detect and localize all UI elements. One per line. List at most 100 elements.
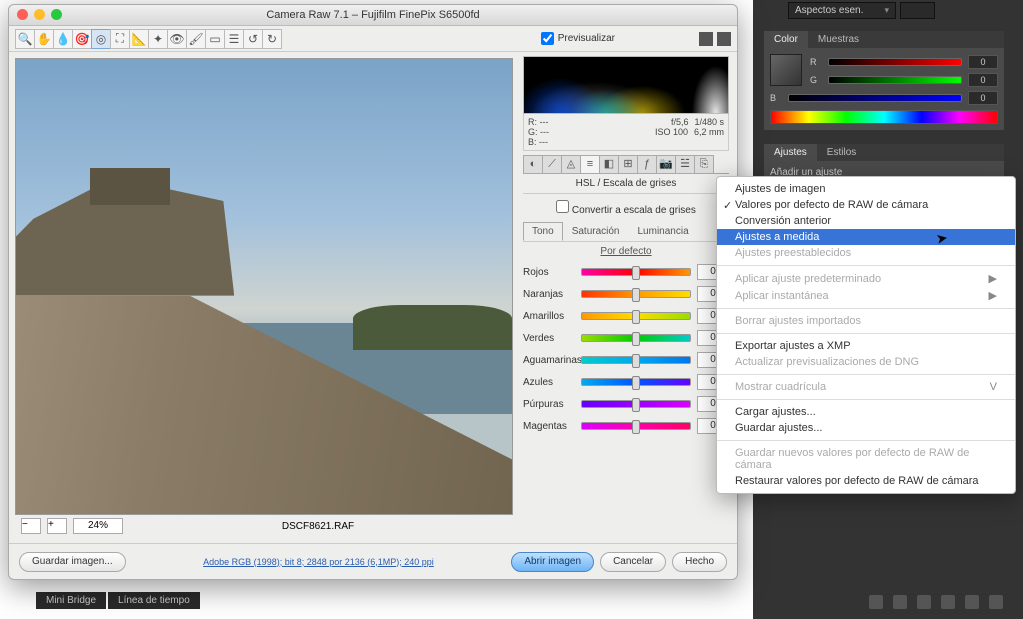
- white-balance-tool-icon[interactable]: 💧: [53, 29, 73, 49]
- straighten-tool-icon[interactable]: 📐: [129, 29, 149, 49]
- footer-icon-1[interactable]: [869, 595, 883, 609]
- tab-linea-tiempo[interactable]: Línea de tiempo: [108, 592, 200, 609]
- slider-track[interactable]: [581, 356, 691, 364]
- slider-row-amarillos: Amarillos0: [523, 305, 729, 327]
- adjustment-brush-tool-icon[interactable]: 🖌: [186, 29, 206, 49]
- r-slider[interactable]: [828, 58, 962, 66]
- crop-tool-icon[interactable]: ⛶: [110, 29, 130, 49]
- zoom-icon[interactable]: [51, 9, 62, 20]
- reset-default-link[interactable]: Por defecto: [523, 242, 729, 261]
- menu-ajustes-medida[interactable]: Ajustes a medida: [717, 229, 1015, 245]
- slider-track[interactable]: [581, 290, 691, 298]
- save-image-button[interactable]: Guardar imagen...: [19, 552, 126, 572]
- hand-tool-icon[interactable]: ✋: [34, 29, 54, 49]
- zoom-tool-icon[interactable]: 🔍: [15, 29, 35, 49]
- zoom-level-select[interactable]: 24%: [73, 518, 123, 534]
- close-icon[interactable]: [17, 9, 28, 20]
- menu-guardar-ajustes[interactable]: Guardar ajustes...: [717, 420, 1015, 436]
- red-eye-tool-icon[interactable]: 👁: [167, 29, 187, 49]
- graduated-filter-tool-icon[interactable]: ▭: [205, 29, 225, 49]
- histogram[interactable]: [523, 56, 729, 114]
- tab-ajustes[interactable]: Ajustes: [764, 144, 817, 161]
- slider-track[interactable]: [581, 334, 691, 342]
- slider-track[interactable]: [581, 422, 691, 430]
- footer-icon-4[interactable]: [941, 595, 955, 609]
- shadow-clip-icon[interactable]: [699, 32, 713, 46]
- tab-lens-icon[interactable]: ⊞: [618, 155, 638, 173]
- workspace-options-button[interactable]: [900, 2, 935, 19]
- menu-exportar-xmp[interactable]: Exportar ajustes a XMP: [717, 338, 1015, 354]
- tab-presets-icon[interactable]: ☱: [675, 155, 695, 173]
- spot-removal-tool-icon[interactable]: ✦: [148, 29, 168, 49]
- menu-conversion-anterior[interactable]: Conversión anterior: [717, 213, 1015, 229]
- minimize-icon[interactable]: [34, 9, 45, 20]
- r-value[interactable]: 0: [968, 55, 998, 69]
- tab-fx-icon[interactable]: ƒ: [637, 155, 657, 173]
- subtab-saturacion[interactable]: Saturación: [563, 222, 629, 241]
- slider-thumb[interactable]: [632, 332, 640, 346]
- slider-thumb[interactable]: [632, 420, 640, 434]
- preview-checkbox[interactable]: Previsualizar: [541, 32, 615, 45]
- workflow-options-link[interactable]: Adobe RGB (1998); bit 8; 2848 por 2136 (…: [132, 557, 506, 567]
- tab-muestras[interactable]: Muestras: [808, 31, 869, 48]
- slider-thumb[interactable]: [632, 354, 640, 368]
- slider-thumb[interactable]: [632, 376, 640, 390]
- hue-strip[interactable]: [770, 110, 998, 124]
- open-image-button[interactable]: Abrir imagen: [511, 552, 594, 572]
- tab-color[interactable]: Color: [764, 31, 808, 48]
- target-adjustment-tool-icon[interactable]: ◎: [91, 29, 111, 49]
- tab-hsl-icon[interactable]: ≡: [580, 155, 600, 173]
- rotate-cw-icon[interactable]: ↻: [262, 29, 282, 49]
- slider-thumb[interactable]: [632, 398, 640, 412]
- workspace-selector[interactable]: Aspectos esen.: [788, 2, 896, 19]
- settings-flyout-menu: Ajustes de imagen ✓Valores por defecto d…: [716, 176, 1016, 494]
- tab-snapshots-icon[interactable]: ⎘: [694, 155, 714, 173]
- subtab-luminancia[interactable]: Luminancia: [629, 222, 698, 241]
- slider-thumb[interactable]: [632, 288, 640, 302]
- convert-label: Convertir a escala de grises: [572, 205, 696, 216]
- footer-icon-2[interactable]: [893, 595, 907, 609]
- menu-restaurar-defecto[interactable]: Restaurar valores por defecto de RAW de …: [717, 473, 1015, 489]
- menu-valores-defecto[interactable]: ✓Valores por defecto de RAW de cámara: [717, 197, 1015, 213]
- meta-focal: 6,2 mm: [694, 127, 724, 137]
- g-slider[interactable]: [828, 76, 962, 84]
- subtab-tono[interactable]: Tono: [523, 222, 563, 241]
- b-value[interactable]: 0: [968, 91, 998, 105]
- footer-icon-6[interactable]: [989, 595, 1003, 609]
- slider-track[interactable]: [581, 400, 691, 408]
- preferences-icon[interactable]: ☰: [224, 29, 244, 49]
- meta-aperture: f/5,6: [671, 117, 689, 127]
- slider-track[interactable]: [581, 378, 691, 386]
- foreground-background-swatch[interactable]: [770, 54, 802, 86]
- slider-label: Naranjas: [523, 289, 581, 300]
- menu-ajustes-imagen[interactable]: Ajustes de imagen: [717, 181, 1015, 197]
- tab-curve-icon[interactable]: ⟋: [542, 155, 562, 173]
- slider-thumb[interactable]: [632, 310, 640, 324]
- footer-icon-3[interactable]: [917, 595, 931, 609]
- meta-shutter: 1/480 s: [694, 117, 724, 127]
- slider-thumb[interactable]: [632, 266, 640, 280]
- rotate-ccw-icon[interactable]: ↺: [243, 29, 263, 49]
- color-sampler-tool-icon[interactable]: 🎯: [72, 29, 92, 49]
- cancel-button[interactable]: Cancelar: [600, 552, 666, 572]
- done-button[interactable]: Hecho: [672, 552, 727, 572]
- menu-cargar-ajustes[interactable]: Cargar ajustes...: [717, 404, 1015, 420]
- convert-grayscale-checkbox[interactable]: Convertir a escala de grises: [556, 200, 696, 216]
- zoom-in-button[interactable]: +: [47, 518, 67, 534]
- tab-camera-icon[interactable]: 📷: [656, 155, 676, 173]
- image-preview[interactable]: [15, 58, 513, 515]
- tab-basic-icon[interactable]: ◐: [523, 155, 543, 173]
- highlight-clip-icon[interactable]: [717, 32, 731, 46]
- tab-detail-icon[interactable]: ◬: [561, 155, 581, 173]
- tab-mini-bridge[interactable]: Mini Bridge: [36, 592, 106, 609]
- b-slider[interactable]: [788, 94, 962, 102]
- g-value[interactable]: 0: [968, 73, 998, 87]
- slider-track[interactable]: [581, 312, 691, 320]
- tab-estilos[interactable]: Estilos: [817, 144, 866, 161]
- slider-label: Aguamarinas: [523, 355, 581, 366]
- slider-track[interactable]: [581, 268, 691, 276]
- filename-label: DSCF8621.RAF: [129, 521, 507, 532]
- footer-icon-5[interactable]: [965, 595, 979, 609]
- tab-split-icon[interactable]: ◧: [599, 155, 619, 173]
- zoom-out-button[interactable]: −: [21, 518, 41, 534]
